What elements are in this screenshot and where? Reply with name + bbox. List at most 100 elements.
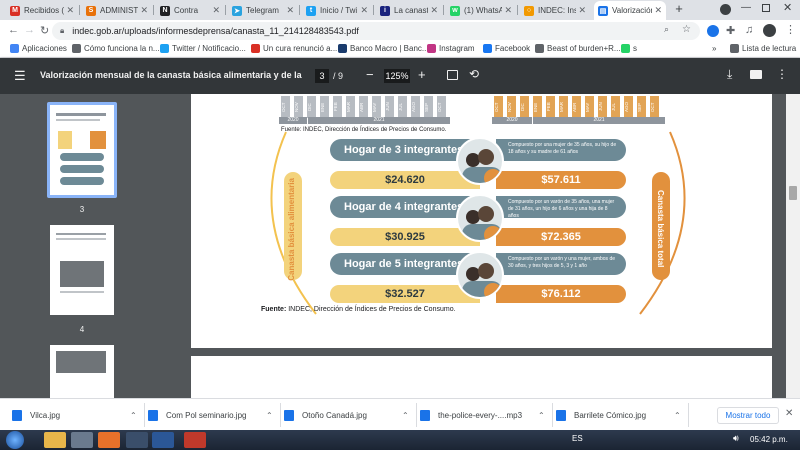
download-item[interactable]: Com Pol seminario.jpg ⌃	[148, 406, 273, 424]
bookmark-item[interactable]: Beast of burden+R...	[535, 44, 621, 53]
bookmark-favicon-icon	[621, 44, 630, 53]
chevron-up-icon[interactable]: ⌃	[538, 411, 545, 420]
download-icon[interactable]: ⤓	[727, 67, 732, 82]
close-downloads-icon[interactable]: ✕	[785, 408, 793, 419]
household-description: Compuesto por una mujer de 35 años, su h…	[496, 139, 626, 161]
bookmark-star-icon[interactable]: ☆	[682, 24, 691, 35]
thumbnail-page-5[interactable]	[50, 345, 114, 398]
source-text: INDEC, Dirección de Índices de Precios d…	[288, 306, 456, 313]
cba-value: $24.620	[330, 171, 480, 189]
browser-tab[interactable]: t Inicio / Twi ✕	[302, 1, 372, 20]
chevron-up-icon[interactable]: ⌃	[266, 411, 273, 420]
bookmark-item[interactable]: Twitter / Notificacio...	[160, 44, 246, 53]
browser-tab[interactable]: S ADMINISTR✕	[82, 1, 152, 20]
month-label: AGO	[624, 96, 633, 118]
bookmark-item[interactable]: Facebook	[483, 44, 530, 53]
bookmark-item[interactable]: Banco Macro | Banc...	[338, 44, 429, 53]
scrollbar-thumb[interactable]	[789, 186, 797, 200]
tab-close-icon[interactable]: ✕	[578, 5, 586, 16]
rotate-icon[interactable]: ⟲	[469, 67, 479, 81]
thumbnail-page-3[interactable]	[50, 105, 114, 195]
thumbnail-page-4[interactable]	[50, 225, 114, 315]
reading-list-button[interactable]: Lista de lectura	[730, 44, 796, 53]
minimize-button[interactable]: —	[741, 2, 751, 13]
family-illustration-icon	[456, 137, 504, 185]
show-all-button[interactable]: Mostrar todo	[717, 407, 779, 424]
zoom-in-button[interactable]: +	[418, 67, 426, 82]
browser-tab[interactable]: ▤ Valorización ✕	[594, 1, 666, 20]
bookmark-favicon-icon	[483, 44, 492, 53]
bookmark-item[interactable]: Un cura renunció a...	[251, 44, 337, 53]
browser-tab[interactable]: w (1) WhatsAp✕	[446, 1, 516, 20]
chevron-up-icon[interactable]: ⌃	[402, 411, 409, 420]
month-label: MAR	[559, 96, 568, 118]
download-filename: Vilca.jpg	[30, 410, 61, 420]
tab-close-icon[interactable]: ✕	[286, 5, 294, 16]
back-button[interactable]: ←	[8, 24, 19, 36]
browser-tab[interactable]: N Contra ✕	[156, 1, 224, 20]
zoom-level-input[interactable]: 125%	[384, 69, 410, 83]
zoom-out-button[interactable]: −	[366, 67, 374, 82]
tab-close-icon[interactable]: ✕	[212, 5, 220, 16]
bookmark-item[interactable]: Cómo funciona la n...	[72, 44, 160, 53]
maximize-button[interactable]	[762, 4, 770, 12]
browser-tab[interactable]: i La canasta✕	[376, 1, 442, 20]
language-indicator[interactable]: ES	[572, 434, 583, 443]
taskbar-mediaplayer-icon[interactable]	[98, 432, 120, 448]
tab-favicon-icon: ➤	[232, 5, 242, 16]
start-button[interactable]	[6, 431, 24, 449]
print-icon[interactable]	[750, 70, 762, 79]
download-separator	[688, 403, 689, 427]
taskbar-photos-icon[interactable]	[126, 432, 148, 448]
bookmark-item[interactable]: s	[621, 44, 637, 53]
page-number-input[interactable]: 3	[315, 69, 329, 83]
chrome-menu-button[interactable]: ⋮	[785, 23, 796, 36]
month-label: ENE	[320, 96, 329, 118]
reload-button[interactable]: ↻	[40, 24, 49, 37]
tab-close-icon[interactable]: ✕	[360, 5, 368, 16]
extension-icon[interactable]	[707, 25, 719, 37]
month-label: OCT	[437, 96, 446, 118]
tab-close-icon[interactable]: ✕	[66, 5, 74, 16]
taskbar-chrome-icon[interactable]	[71, 432, 93, 448]
taskbar-app-icon[interactable]	[184, 432, 206, 448]
extensions-puzzle-icon[interactable]: ✚	[726, 24, 735, 37]
bookmark-item[interactable]: Instagram	[427, 44, 475, 53]
download-item[interactable]: Barrilete Cómico.jpg ⌃	[556, 406, 681, 424]
family-illustration-icon	[456, 194, 504, 242]
taskbar-word-icon[interactable]	[152, 432, 174, 448]
bookmarks-overflow-button[interactable]: »	[712, 44, 716, 53]
clock[interactable]: 05:42 p.m.	[750, 435, 788, 444]
more-actions-icon[interactable]: ⋮	[776, 67, 788, 81]
download-item[interactable]: the-police-every-....mp3 ⌃	[420, 406, 545, 424]
fit-page-icon[interactable]	[447, 70, 458, 80]
tab-search-icon[interactable]	[720, 4, 731, 15]
browser-tab[interactable]: ➤ Telegram ✕	[228, 1, 298, 20]
volume-icon[interactable]: 🔊︎	[733, 433, 739, 444]
chevron-up-icon[interactable]: ⌃	[674, 411, 681, 420]
media-control-icon[interactable]: ♫	[745, 24, 753, 36]
browser-tab[interactable]: M Recibidos (✕	[6, 1, 78, 20]
tab-close-icon[interactable]: ✕	[504, 5, 512, 16]
forward-button[interactable]: →	[24, 24, 35, 36]
address-bar[interactable]: 🔒︎ indec.gob.ar/uploads/informesdeprensa…	[52, 22, 700, 40]
taskbar-explorer-icon[interactable]	[44, 432, 66, 448]
tab-separator	[517, 5, 518, 15]
bookmark-item[interactable]: Aplicaciones	[10, 44, 67, 53]
tab-close-icon[interactable]: ✕	[140, 5, 148, 16]
tab-close-icon[interactable]: ✕	[654, 5, 662, 16]
vertical-scrollbar[interactable]	[786, 94, 800, 398]
chevron-up-icon[interactable]: ⌃	[130, 411, 137, 420]
tab-close-icon[interactable]: ✕	[430, 5, 438, 16]
profile-avatar[interactable]	[763, 24, 776, 37]
overflow-chevron-icon: »	[712, 44, 717, 53]
close-window-button[interactable]: ✕	[783, 1, 792, 14]
download-item[interactable]: Vilca.jpg ⌃	[12, 406, 137, 424]
zoom-icon[interactable]: ⌕	[664, 24, 669, 35]
new-tab-button[interactable]: +	[672, 2, 686, 16]
tab-favicon-icon: w	[450, 5, 460, 16]
download-item[interactable]: Otoño Canadá.jpg ⌃	[284, 406, 409, 424]
browser-toolbar: ← → ↻ 🔒︎ indec.gob.ar/uploads/informesde…	[0, 20, 800, 42]
sidebar-menu-icon[interactable]: ☰	[14, 68, 26, 84]
browser-tab[interactable]: ○ INDEC: Insti✕	[520, 1, 590, 20]
